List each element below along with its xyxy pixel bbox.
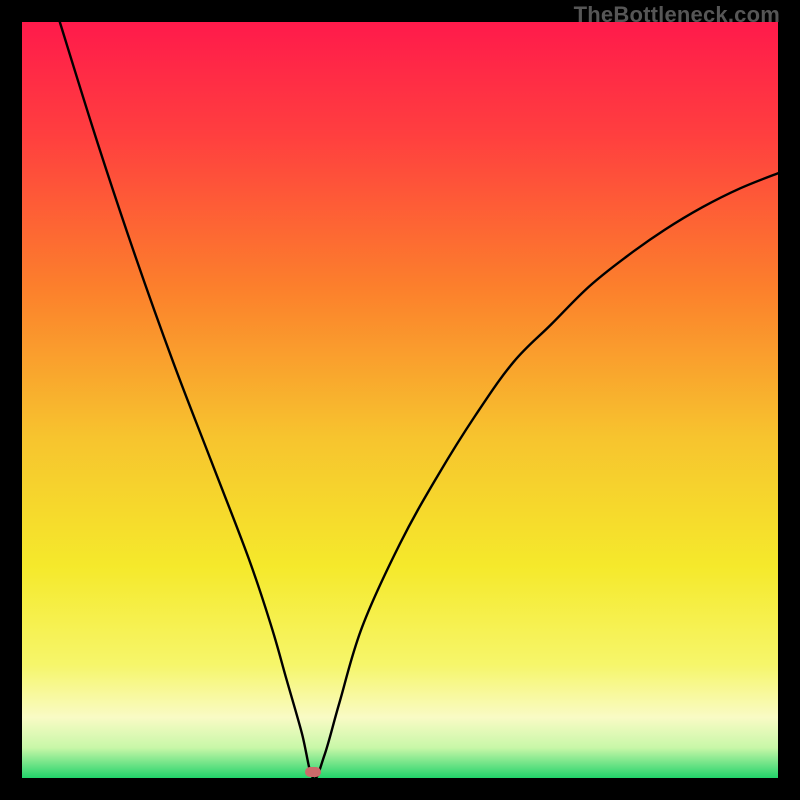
- bottleneck-curve: [60, 22, 778, 779]
- watermark-text: TheBottleneck.com: [574, 2, 780, 28]
- chart-frame: TheBottleneck.com: [0, 0, 800, 800]
- curve-layer: [22, 22, 778, 778]
- minimum-marker: [305, 767, 321, 777]
- plot-area: [22, 22, 778, 778]
